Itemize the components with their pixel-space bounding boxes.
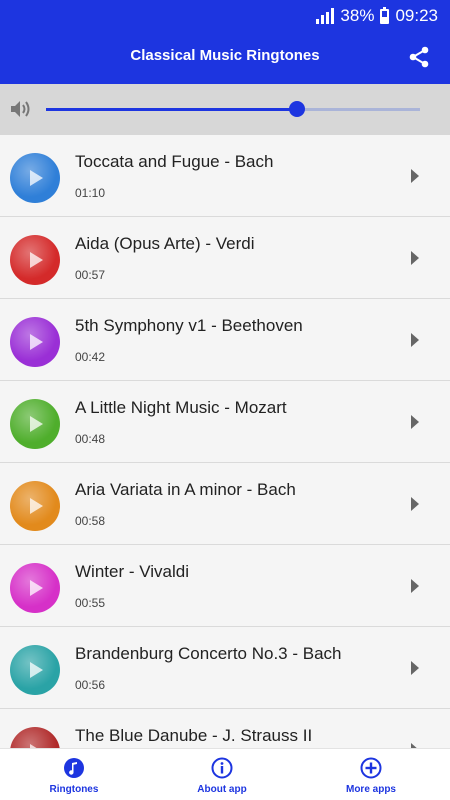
- app-bar: Classical Music Ringtones: [0, 32, 450, 84]
- chevron-right-icon[interactable]: [411, 579, 419, 593]
- ringtone-duration: 00:58: [75, 514, 106, 528]
- chevron-right-icon[interactable]: [411, 333, 419, 347]
- status-bar: 38% 09:23: [0, 0, 450, 32]
- play-button[interactable]: [10, 153, 60, 203]
- nav-more-apps[interactable]: More apps: [311, 757, 431, 795]
- ringtone-row[interactable]: A Little Night Music - Mozart 00:48: [0, 381, 450, 463]
- chevron-right-icon[interactable]: [411, 251, 419, 265]
- ringtone-title: Aida (Opus Arte) - Verdi: [75, 234, 255, 253]
- ringtone-title: 5th Symphony v1 - Beethoven: [75, 316, 303, 335]
- clock: 09:23: [395, 6, 438, 25]
- play-button[interactable]: [10, 317, 60, 367]
- ringtone-duration: 00:55: [75, 596, 106, 610]
- ringtone-duration: 00:56: [75, 678, 106, 692]
- ringtone-title: The Blue Danube - J. Strauss II: [75, 726, 313, 745]
- ringtone-row[interactable]: Winter - Vivaldi 00:55: [0, 545, 450, 627]
- page-title: Classical Music Ringtones: [130, 47, 320, 64]
- ringtone-duration: 01:10: [75, 186, 106, 200]
- bottom-nav: Ringtones About app More apps: [0, 748, 450, 800]
- volume-bar: [0, 84, 450, 135]
- ringtone-duration: 00:42: [75, 350, 106, 364]
- ringtone-row[interactable]: Aida (Opus Arte) - Verdi 00:57: [0, 217, 450, 299]
- ringtone-duration: 00:57: [75, 268, 106, 282]
- ringtone-list: Toccata and Fugue - Bach 01:10 Aida (Opus …: [0, 135, 450, 748]
- ringtone-row[interactable]: Aria Variata in A minor - Bach 00:58: [0, 463, 450, 545]
- ringtone-title: Winter - Vivaldi: [75, 562, 189, 581]
- chevron-right-icon[interactable]: [411, 661, 419, 675]
- nav-about-label: About app: [197, 784, 247, 795]
- ringtone-title: Brandenburg Concerto No.3 - Bach: [75, 644, 342, 663]
- nav-ringtones-label: Ringtones: [49, 784, 99, 795]
- ringtone-row[interactable]: Brandenburg Concerto No.3 - Bach 00:56: [0, 627, 450, 709]
- chevron-right-icon[interactable]: [411, 169, 419, 183]
- nav-more-apps-label: More apps: [345, 784, 396, 795]
- chevron-right-icon[interactable]: [411, 415, 419, 429]
- play-button[interactable]: [10, 235, 60, 285]
- info-icon: [211, 757, 233, 779]
- share-icon[interactable]: [408, 46, 430, 68]
- ringtone-title: Aria Variata in A minor - Bach: [75, 480, 296, 499]
- battery-icon: [380, 6, 390, 24]
- nav-about[interactable]: About app: [162, 757, 282, 795]
- ringtone-duration: 00:48: [75, 432, 106, 446]
- volume-slider[interactable]: [46, 108, 420, 111]
- chevron-right-icon[interactable]: [411, 497, 419, 511]
- volume-slider-thumb[interactable]: [288, 101, 305, 117]
- play-button[interactable]: [10, 645, 60, 695]
- play-button[interactable]: [10, 399, 60, 449]
- plus-circle-icon: [360, 757, 382, 779]
- play-button[interactable]: [10, 727, 60, 748]
- music-note-icon: [64, 758, 84, 778]
- ringtone-title: Toccata and Fugue - Bach: [75, 152, 274, 171]
- signal-icon: [316, 8, 335, 24]
- ringtone-row[interactable]: Toccata and Fugue - Bach 01:10: [0, 135, 450, 217]
- play-button[interactable]: [10, 563, 60, 613]
- play-button[interactable]: [10, 481, 60, 531]
- speaker-icon: [11, 101, 30, 117]
- ringtone-row[interactable]: 5th Symphony v1 - Beethoven 00:42: [0, 299, 450, 381]
- volume-slider-fill: [46, 108, 297, 111]
- battery-percent: 38%: [340, 6, 375, 25]
- ringtone-row[interactable]: The Blue Danube - J. Strauss II: [0, 709, 450, 748]
- nav-ringtones[interactable]: Ringtones: [14, 757, 134, 795]
- ringtone-title: A Little Night Music - Mozart: [75, 398, 287, 417]
